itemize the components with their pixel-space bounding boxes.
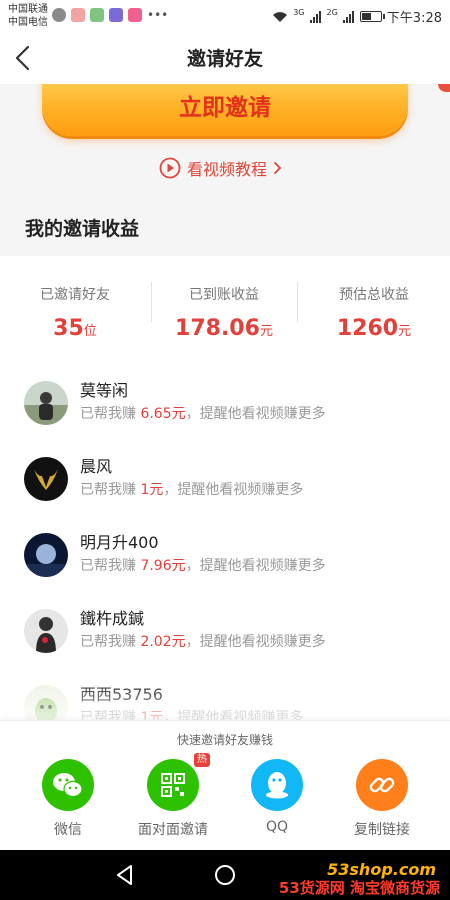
friend-name: 莫等闲 bbox=[80, 381, 129, 400]
share-option-label: 面对面邀请 bbox=[138, 822, 208, 838]
battery-icon bbox=[359, 11, 385, 22]
watermark: 53shop.com 53货源网 淘宝微商货源 bbox=[254, 860, 444, 897]
video-tutorial-label: 看视频教程 bbox=[187, 160, 268, 179]
stat-estimated-earnings: 预估总收益 1260元 bbox=[298, 256, 450, 354]
stat-label: 预估总收益 bbox=[339, 287, 409, 303]
system-nav-bar: 53shop.com 53货源网 淘宝微商货源 bbox=[0, 850, 450, 900]
share-panel-title: 快速邀请好友赚钱 bbox=[176, 733, 273, 747]
signal-icon bbox=[342, 10, 354, 23]
friend-earning-text: 已帮我赚 7.96元，提醒他看视频赚更多 bbox=[80, 558, 326, 574]
status-bar: 中国联通 中国电信 ••• 3G 2G 下午3:28 bbox=[0, 0, 450, 32]
invite-area: 立即邀请 看视频教程 我的邀请收益 bbox=[0, 84, 450, 256]
avatar bbox=[24, 457, 68, 501]
stat-value: 1260元 bbox=[336, 316, 412, 341]
signal-icon bbox=[309, 10, 321, 23]
app-notification-icon bbox=[128, 8, 142, 22]
system-back-button[interactable] bbox=[112, 862, 138, 888]
stat-value: 178.06元 bbox=[175, 316, 273, 341]
friend-item[interactable]: 明月升400 已帮我赚 7.96元，提醒他看视频赚更多 bbox=[0, 521, 450, 597]
video-tutorial-link[interactable]: 看视频教程 bbox=[159, 156, 283, 180]
message-notification-icon bbox=[52, 8, 66, 22]
share-face-to-face-button[interactable]: 热 面对面邀请 bbox=[128, 753, 218, 849]
app-notification-icon bbox=[109, 8, 123, 22]
share-panel: 快速邀请好友赚钱 微信 热 面对面邀请 QQ 复制链接 bbox=[0, 720, 450, 850]
share-copy-link-button[interactable]: 复制链接 bbox=[337, 759, 427, 849]
status-right: 3G 2G 下午3:28 bbox=[272, 7, 442, 26]
play-circle-icon bbox=[159, 157, 181, 179]
stat-received-earnings: 已到账收益 178.06元 bbox=[150, 256, 298, 354]
system-home-button[interactable] bbox=[212, 862, 238, 888]
page-title: 邀请好友 bbox=[186, 48, 263, 70]
main-content[interactable]: 立即邀请 看视频教程 我的邀请收益 已邀请好友 35位 已到账收益 178.06… bbox=[0, 84, 450, 720]
friend-item[interactable]: 晨风 已帮我赚 1元，提醒他看视频赚更多 bbox=[0, 445, 450, 521]
stat-invited-friends: 已邀请好友 35位 bbox=[0, 256, 150, 354]
earnings-section-title: 我的邀请收益 bbox=[25, 218, 140, 240]
share-option-label: 微信 bbox=[54, 822, 82, 838]
invite-now-button[interactable]: 立即邀请 bbox=[42, 84, 408, 136]
friend-name: 鐵杵成鍼 bbox=[80, 609, 145, 628]
friend-name: 西西53756 bbox=[80, 685, 163, 704]
notification-icons: ••• bbox=[52, 8, 168, 22]
stat-value: 35位 bbox=[53, 316, 97, 341]
friend-item[interactable]: 西西53756 已帮我赚 1元，提醒他看视频赚更多 bbox=[0, 673, 450, 720]
nav-bar: 邀请好友 bbox=[0, 32, 450, 84]
share-option-label: 复制链接 bbox=[354, 822, 410, 838]
wechat-icon bbox=[42, 759, 94, 811]
friend-item[interactable]: 鐵杵成鍼 已帮我赚 2.02元，提醒他看视频赚更多 bbox=[0, 597, 450, 673]
network-type-2: 2G bbox=[326, 8, 338, 17]
network-type-1: 3G bbox=[293, 8, 305, 17]
friend-earning-text: 已帮我赚 6.65元，提醒他看视频赚更多 bbox=[80, 406, 326, 422]
avatar bbox=[24, 381, 68, 425]
corner-decoration bbox=[438, 84, 450, 92]
carrier-2: 中国电信 bbox=[8, 17, 48, 28]
friend-earning-text: 已帮我赚 2.02元，提醒他看视频赚更多 bbox=[80, 634, 326, 650]
app-notification-icon bbox=[71, 8, 85, 22]
wifi-icon bbox=[273, 11, 288, 22]
friend-name: 晨风 bbox=[80, 457, 113, 476]
hot-badge: 热 bbox=[194, 753, 210, 767]
earnings-stats: 已邀请好友 35位 已到账收益 178.06元 预估总收益 1260元 bbox=[0, 256, 450, 354]
clock: 下午3:28 bbox=[386, 11, 442, 26]
avatar bbox=[24, 533, 68, 577]
avatar bbox=[24, 609, 68, 653]
circle-home-icon bbox=[215, 865, 235, 885]
friend-item[interactable]: 莫等闲 已帮我赚 6.65元，提醒他看视频赚更多 bbox=[0, 369, 450, 445]
share-qq-button[interactable]: QQ bbox=[232, 759, 322, 849]
share-option-label: QQ bbox=[265, 819, 289, 835]
carrier-labels: 中国联通 中国电信 bbox=[8, 3, 48, 29]
app-notification-icon bbox=[90, 8, 104, 22]
invite-now-label: 立即邀请 bbox=[179, 95, 271, 121]
share-wechat-button[interactable]: 微信 bbox=[23, 759, 113, 849]
avatar bbox=[24, 685, 68, 720]
qq-icon bbox=[251, 759, 303, 811]
triangle-back-icon bbox=[117, 865, 132, 885]
friend-earning-text: 已帮我赚 1元，提醒他看视频赚更多 bbox=[80, 482, 304, 498]
friend-list[interactable]: 莫等闲 已帮我赚 6.65元，提醒他看视频赚更多 晨风 已帮我赚 1元，提醒他看… bbox=[0, 354, 450, 720]
stat-label: 已邀请好友 bbox=[40, 287, 110, 303]
friend-name: 明月升400 bbox=[80, 533, 159, 552]
stat-label: 已到账收益 bbox=[189, 287, 259, 303]
watermark-text: 53货源网 淘宝微商货源 bbox=[278, 879, 440, 897]
more-notifications-icon: ••• bbox=[147, 8, 169, 22]
qrcode-icon bbox=[147, 759, 199, 811]
friend-earning-text: 已帮我赚 1元，提醒他看视频赚更多 bbox=[80, 710, 304, 720]
chevron-right-icon bbox=[274, 162, 282, 174]
battery-level bbox=[361, 13, 371, 20]
carrier-1: 中国联通 bbox=[8, 4, 48, 15]
link-icon bbox=[356, 759, 408, 811]
